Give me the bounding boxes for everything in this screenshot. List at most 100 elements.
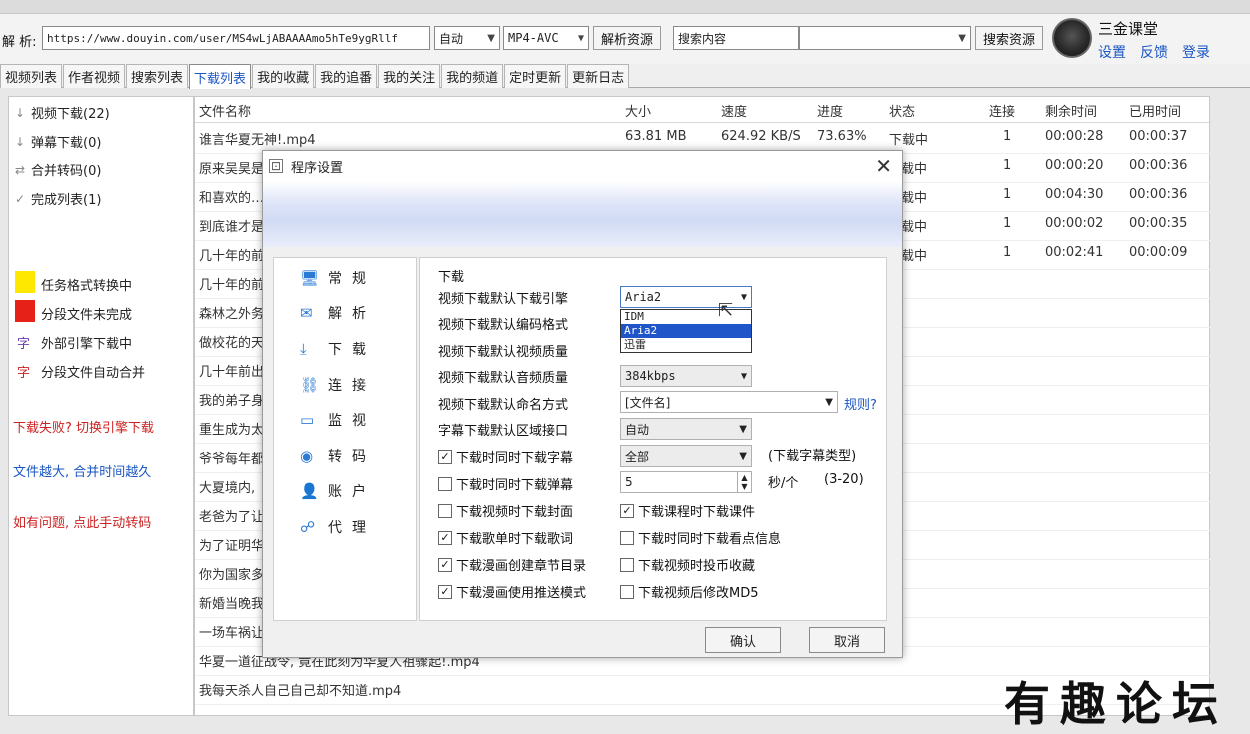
tab-following[interactable]: 我的关注 <box>378 64 441 88</box>
close-icon[interactable]: ✕ <box>875 154 892 178</box>
nav-connection[interactable]: ⛓ 连接 <box>300 375 376 395</box>
tip-switch-engine[interactable]: 下载失败? 切换引擎下载 <box>13 417 154 436</box>
ok-button[interactable]: 确认 <box>705 627 781 653</box>
nav-transcode[interactable]: ◉ 转码 <box>300 446 376 466</box>
search-button[interactable]: 搜索资源 <box>975 26 1043 50</box>
settings-dialog: ⊡ 程序设置 ✕ 🖥 常规 ✉ 解析 ⤓ 下载 ⛓ 连接 ▭ 监视 ◉ 转码 👤 账户 ☍ 代理… <box>262 150 903 658</box>
feedback-link[interactable]: 反馈 <box>1140 42 1168 62</box>
points-checkbox[interactable]: 下载时同时下载看点信息 <box>620 528 781 547</box>
category-video-download[interactable]: ↓ 视频下载(22) <box>15 103 110 123</box>
col-size[interactable]: 大小 <box>625 101 651 120</box>
nav-download[interactable]: ⤓ 下载 <box>300 339 376 359</box>
tab-changelog[interactable]: 更新日志 <box>567 64 630 88</box>
cell-filename[interactable]: 原来吴昊是 <box>199 158 264 177</box>
category-merge-transcode[interactable]: ⇄ 合并转码(0) <box>15 160 101 180</box>
parse-button[interactable]: 解析资源 <box>593 26 661 50</box>
subtitle-region-select[interactable]: 自动 ▼ <box>620 418 752 440</box>
subtitle-checkbox[interactable]: ✓ 下载时同时下载字幕 <box>438 447 573 466</box>
naming-select[interactable]: [文件名] ▼ <box>620 391 838 413</box>
nav-parse[interactable]: ✉ 解析 <box>300 303 376 323</box>
cell-filename[interactable]: 为了证明华 <box>199 535 264 554</box>
audio-value: 384kbps <box>625 369 676 383</box>
nav-account[interactable]: 👤 账户 <box>300 481 376 501</box>
tab-favorites[interactable]: 我的收藏 <box>252 64 315 88</box>
lyrics-checkbox[interactable]: ✓ 下载歌单时下载歌词 <box>438 528 573 547</box>
col-filename[interactable]: 文件名称 <box>199 101 251 120</box>
mode-select[interactable]: 自动 ▼ <box>434 26 500 50</box>
danmaku-checkbox[interactable]: 下载时同时下载弹幕 <box>438 474 573 493</box>
cell-filename[interactable]: 你为国家多 <box>199 564 264 583</box>
url-input[interactable]: https://www.douyin.com/user/MS4wLjABAAAA… <box>42 26 430 50</box>
search-history-select[interactable]: ▼ <box>799 26 971 50</box>
cell-filename[interactable]: 几十年的前 <box>199 274 264 293</box>
checkbox-box: ✓ <box>438 449 452 464</box>
char-icon: 字 <box>17 366 31 381</box>
format-select[interactable]: MP4-AVC ▼ <box>503 26 589 50</box>
cell-filename[interactable]: 我的弟子身 <box>199 390 264 409</box>
col-status[interactable]: 状态 <box>889 101 915 120</box>
settings-link[interactable]: 设置 <box>1098 42 1126 62</box>
cell-filename[interactable]: 我每天杀人自己自己却不知道.mp4 <box>199 680 401 699</box>
cell-remaining: 00:04:30 <box>1045 187 1104 202</box>
engine-option-xunlei[interactable]: 迅雷 <box>621 338 751 352</box>
col-progress[interactable]: 进度 <box>817 101 843 120</box>
cell-filename[interactable]: 做校花的天 <box>199 332 264 351</box>
search-type-field[interactable]: 搜索内容 <box>673 26 799 50</box>
spin-arrows-icon[interactable]: ▲ ▼ <box>737 472 751 492</box>
danmaku-interval-stepper[interactable]: 5 ▲ ▼ <box>620 471 752 493</box>
col-remaining[interactable]: 剩余时间 <box>1045 101 1097 120</box>
subtitle-type-select[interactable]: 全部 ▼ <box>620 445 752 467</box>
cell-filename[interactable]: 几十年的前 <box>199 245 264 264</box>
tab-channels[interactable]: 我的频道 <box>441 64 504 88</box>
nav-label: 连接 <box>328 378 376 394</box>
col-connections[interactable]: 连接 <box>989 101 1015 120</box>
chevron-down-icon: ▼ <box>577 32 584 44</box>
col-speed[interactable]: 速度 <box>721 101 747 120</box>
avatar[interactable] <box>1052 18 1092 58</box>
col-elapsed[interactable]: 已用时间 <box>1129 101 1181 120</box>
cell-filename[interactable]: 老爸为了让 <box>199 506 264 525</box>
cell-status: 载中 <box>901 191 928 206</box>
courseware-checkbox[interactable]: ✓ 下载课程时下载课件 <box>620 501 755 520</box>
cell-filename[interactable]: 到底谁才是 <box>199 216 264 235</box>
chevron-down-icon: ▼ <box>739 450 747 462</box>
nav-monitor[interactable]: ▭ 监视 <box>300 410 376 430</box>
nav-general[interactable]: 🖥 常规 <box>300 268 376 288</box>
naming-rules-link[interactable]: 规则? <box>844 394 877 413</box>
tab-search-list[interactable]: 搜索列表 <box>126 64 189 88</box>
comic-toc-checkbox[interactable]: ✓ 下载漫画创建章节目录 <box>438 555 586 574</box>
user-icon: 👤 <box>300 482 319 500</box>
cover-checkbox[interactable]: 下载视频时下载封面 <box>438 501 573 520</box>
audio-quality-select[interactable]: 384kbps ▼ <box>620 365 752 387</box>
cell-filename[interactable]: 谁言华夏无神!.mp4 <box>199 129 316 148</box>
network-icon: ☍ <box>300 518 316 536</box>
cell-filename[interactable]: 爷爷每年都 <box>199 448 264 467</box>
tab-download-list[interactable]: 下载列表 <box>189 64 252 89</box>
tab-scheduled-update[interactable]: 定时更新 <box>504 64 567 88</box>
tab-video-list[interactable]: 视频列表 <box>0 64 63 88</box>
checkbox-label: 下载漫画使用推送模式 <box>456 586 587 601</box>
login-link[interactable]: 登录 <box>1182 42 1210 62</box>
cell-filename[interactable]: 新婚当晚我 <box>199 593 264 612</box>
nav-proxy[interactable]: ☍ 代理 <box>300 517 376 537</box>
tab-author-videos[interactable]: 作者视频 <box>63 64 126 88</box>
cell-filename[interactable]: 重生成为太 <box>199 419 264 438</box>
cell-filename[interactable]: 森林之外务 <box>199 303 264 322</box>
engine-value: Aria2 <box>625 290 662 304</box>
cell-filename[interactable]: 大夏境内, <box>199 477 255 496</box>
cancel-button[interactable]: 取消 <box>809 627 885 653</box>
engine-option-aria2[interactable]: Aria2 <box>621 324 751 338</box>
cell-filename[interactable]: 几十年前出 <box>199 361 264 380</box>
md5-checkbox[interactable]: 下载视频后修改MD5 <box>620 582 759 601</box>
format-value: MP4-AVC <box>508 31 559 45</box>
cell-filename[interactable]: 和喜欢的… <box>199 187 264 206</box>
category-label: 视频下载(22) <box>31 107 110 122</box>
tip-manual-transcode[interactable]: 如有问题, 点此手动转码 <box>13 512 151 531</box>
category-completed[interactable]: ✓ 完成列表(1) <box>15 189 101 209</box>
tab-following-series[interactable]: 我的追番 <box>315 64 378 88</box>
naming-value: [文件名] <box>625 395 671 410</box>
coin-checkbox[interactable]: 下载视频时投币收藏 <box>620 555 755 574</box>
cell-filename[interactable]: 一场车祸让 <box>199 622 264 641</box>
category-danmaku-download[interactable]: ↓ 弹幕下载(0) <box>15 132 101 152</box>
comic-push-checkbox[interactable]: ✓ 下载漫画使用推送模式 <box>438 582 586 601</box>
